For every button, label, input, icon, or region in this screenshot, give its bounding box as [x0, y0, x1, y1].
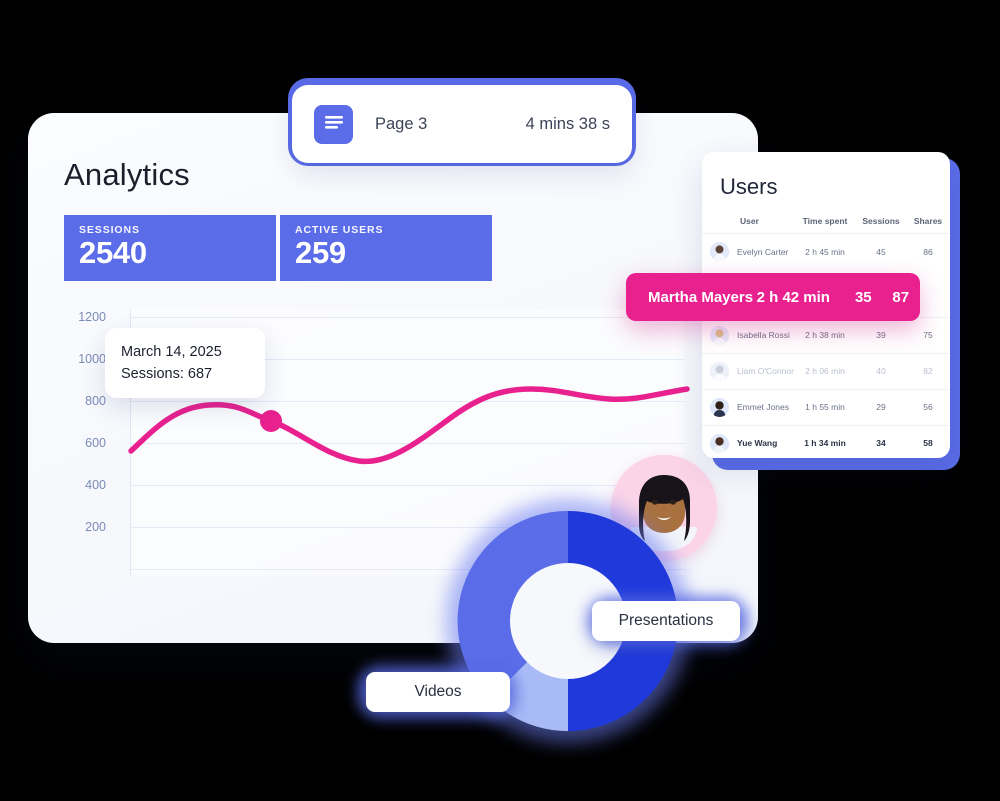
stat-label-active-users: ACTIVE USERS: [295, 224, 384, 236]
user-name: Evelyn Carter: [737, 246, 789, 257]
avatar: [710, 397, 729, 417]
user-time: 1 h 34 min: [794, 424, 856, 458]
tooltip-date: March 14, 2025: [121, 344, 222, 360]
y-tick-600: 600: [85, 436, 106, 450]
y-tick-1000: 1000: [78, 352, 106, 366]
page-card-time: 4 mins 38 s: [525, 114, 610, 133]
user-time: 2 h 45 min: [794, 233, 856, 269]
tooltip-metric: Sessions: 687: [121, 366, 213, 383]
page-title: Analytics: [64, 157, 190, 192]
user-shares: 75: [906, 316, 950, 353]
chart-tooltip: March 14, 2025 Sessions: 687: [105, 328, 265, 399]
avatar: [710, 361, 729, 381]
user-sessions: 34: [856, 424, 906, 458]
user-time: 2 h 06 min: [794, 352, 856, 389]
table-row[interactable]: Emmet Jones 1 h 55 min 29 56: [702, 388, 950, 425]
screenshot-stage: Analytics SESSIONS 2540 ACTIVE USERS 259…: [0, 0, 1000, 801]
highlighted-user-sessions: 35: [854, 288, 872, 306]
document-lines-icon: [314, 104, 353, 144]
column-header-sessions[interactable]: Sessions: [856, 210, 906, 234]
users-table-header-row: User Time spent Sessions Shares: [702, 210, 950, 234]
y-tick-200: 200: [85, 520, 106, 534]
user-shares: 58: [906, 424, 950, 458]
user-sessions: 39: [856, 316, 906, 353]
table-row[interactable]: Yue Wang 1 h 34 min 34 58: [702, 424, 950, 458]
users-panel-title: Users: [720, 174, 778, 199]
stat-value-sessions: 2540: [79, 235, 147, 270]
y-tick-400: 400: [85, 478, 106, 492]
stat-card-sessions[interactable]: SESSIONS 2540: [64, 215, 276, 281]
y-tick-1200: 1200: [78, 310, 106, 324]
table-row[interactable]: Evelyn Carter 2 h 45 min 45 86: [702, 233, 950, 269]
users-table: User Time spent Sessions Shares Evelyn C…: [702, 210, 950, 458]
chart-data-point-marker: [260, 410, 282, 432]
highlighted-user-name: Martha Mayers: [648, 288, 754, 306]
stat-card-active-users[interactable]: ACTIVE USERS 259: [280, 215, 492, 281]
page-card[interactable]: Page 3 4 mins 38 s: [292, 85, 632, 163]
avatar: [710, 242, 729, 261]
user-name: Yue Wang: [737, 438, 778, 448]
donut-label-presentations[interactable]: Presentations: [592, 601, 740, 641]
column-header-shares[interactable]: Shares: [906, 210, 950, 234]
column-header-user[interactable]: User: [702, 210, 794, 234]
y-tick-800: 800: [85, 394, 106, 408]
user-time: 2 h 38 min: [794, 316, 856, 353]
highlighted-user-row[interactable]: Martha Mayers 2 h 42 min 35 87: [626, 273, 920, 321]
user-shares: 56: [906, 388, 950, 425]
user-shares: 82: [906, 352, 950, 389]
user-name: Isabella Rossi: [737, 330, 790, 340]
avatar: [710, 325, 729, 345]
table-row[interactable]: Liam O'Connor 2 h 06 min 40 82: [702, 352, 950, 389]
stat-label-sessions: SESSIONS: [79, 224, 140, 236]
stat-value-active-users: 259: [295, 235, 346, 270]
user-name: Liam O'Connor: [737, 366, 794, 376]
avatar: [710, 433, 729, 453]
page-card-label: Page 3: [375, 114, 428, 133]
user-sessions: 45: [856, 233, 906, 269]
donut-label-videos[interactable]: Videos: [366, 672, 510, 712]
chart-y-axis: 1200 1000 800 600 400 200: [64, 309, 106, 567]
user-sessions: 40: [856, 352, 906, 389]
user-time: 1 h 55 min: [794, 388, 856, 425]
user-sessions: 29: [856, 388, 906, 425]
table-row[interactable]: Isabella Rossi 2 h 38 min 39 75: [702, 316, 950, 353]
column-header-time[interactable]: Time spent: [794, 210, 856, 234]
user-name: Emmet Jones: [737, 402, 789, 412]
user-shares: 86: [906, 233, 950, 269]
highlighted-user-time: 2 h 42 min: [756, 288, 830, 306]
highlighted-user-shares: 87: [892, 288, 910, 306]
